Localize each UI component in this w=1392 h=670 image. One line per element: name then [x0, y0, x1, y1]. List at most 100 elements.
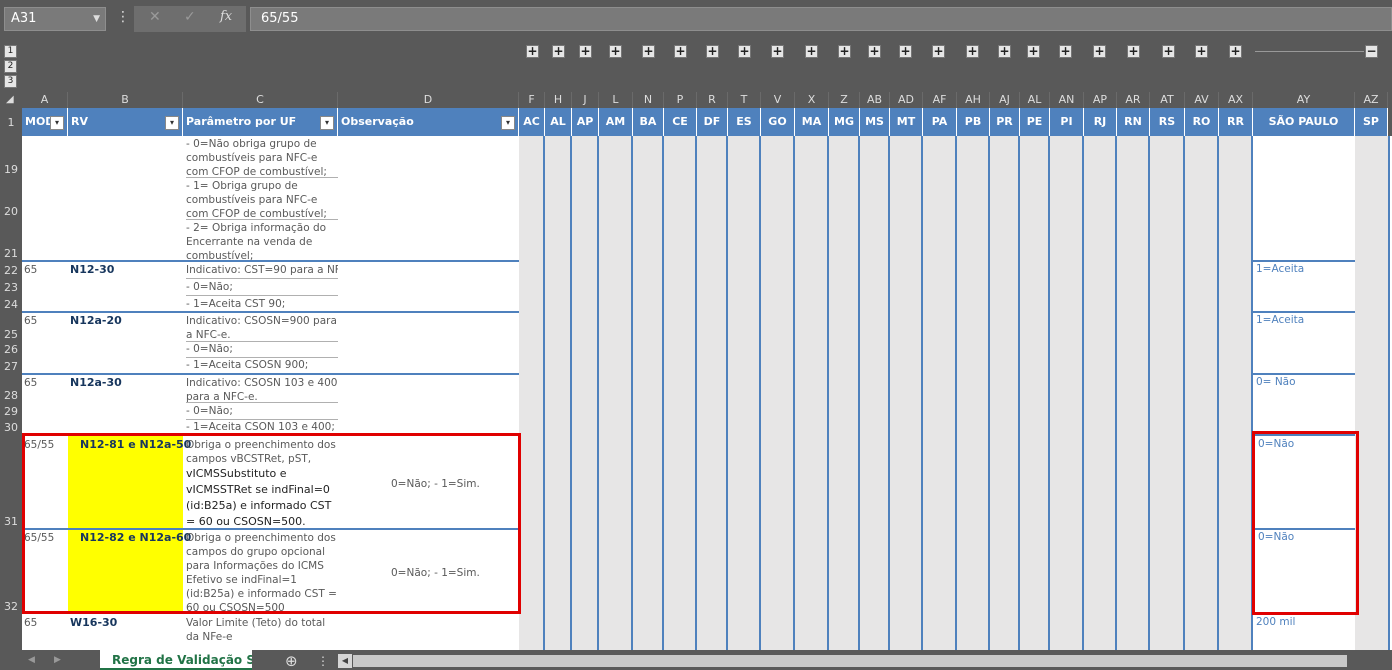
- expand-group-icon[interactable]: +: [552, 45, 565, 58]
- row-number[interactable]: 32: [0, 600, 22, 613]
- column-header[interactable]: D: [338, 92, 519, 108]
- cell-param[interactable]: - 1= Obriga grupo de combustíveis para N…: [186, 179, 336, 221]
- formula-input[interactable]: 65/55: [250, 7, 1392, 31]
- column-header[interactable]: AT: [1150, 92, 1185, 108]
- column-header[interactable]: AB: [860, 92, 890, 108]
- cancel-icon[interactable]: ✕: [149, 9, 161, 25]
- expand-group-icon[interactable]: +: [674, 45, 687, 58]
- horizontal-scrollbar[interactable]: [353, 655, 1347, 667]
- row-number[interactable]: 1: [0, 116, 22, 129]
- outline-level-1[interactable]: 1: [4, 45, 17, 58]
- expand-group-icon[interactable]: +: [998, 45, 1011, 58]
- cell-param[interactable]: Indicativo: CSOSN=900 para a NFC-e.: [186, 314, 338, 342]
- column-header[interactable]: N: [633, 92, 664, 108]
- column-header[interactable]: AD: [890, 92, 923, 108]
- expand-group-icon[interactable]: +: [838, 45, 851, 58]
- sheet-tab-active[interactable]: Regra de Validação SV: [100, 650, 252, 670]
- row-number[interactable]: 28: [0, 389, 22, 402]
- filter-dropdown-icon[interactable]: ▾: [501, 116, 515, 130]
- cell-sp-value[interactable]: 0= Não: [1256, 376, 1296, 388]
- filter-dropdown-icon[interactable]: ▾: [50, 116, 64, 130]
- insert-function-icon[interactable]: fx: [220, 9, 232, 24]
- next-sheet-icon[interactable]: ▶: [54, 655, 61, 665]
- column-header[interactable]: AZ: [1355, 92, 1388, 108]
- column-header[interactable]: P: [664, 92, 697, 108]
- row-number[interactable]: 19: [0, 163, 22, 176]
- column-header[interactable]: J: [572, 92, 599, 108]
- column-header[interactable]: C: [183, 92, 338, 108]
- expand-group-icon[interactable]: +: [738, 45, 751, 58]
- prev-sheet-icon[interactable]: ◀: [28, 655, 35, 665]
- column-header[interactable]: AN: [1050, 92, 1084, 108]
- name-box[interactable]: A31 ▼: [4, 7, 106, 31]
- cell-param[interactable]: - 1=Aceita CST 90;: [186, 297, 285, 311]
- cell-mod[interactable]: 65: [24, 314, 37, 328]
- cell-param[interactable]: - 1=Aceita CSON 103 e 400;: [186, 420, 335, 434]
- expand-group-icon[interactable]: +: [1162, 45, 1175, 58]
- column-header[interactable]: AR: [1117, 92, 1150, 108]
- column-header[interactable]: AL: [1020, 92, 1050, 108]
- column-header[interactable]: V: [761, 92, 795, 108]
- column-header[interactable]: R: [697, 92, 728, 108]
- expand-group-icon[interactable]: +: [579, 45, 592, 58]
- select-all-icon[interactable]: ◢: [6, 94, 14, 105]
- scroll-left-icon[interactable]: ◀: [338, 654, 352, 668]
- expand-group-icon[interactable]: +: [868, 45, 881, 58]
- expand-group-icon[interactable]: +: [1127, 45, 1140, 58]
- chevron-down-icon[interactable]: ▼: [93, 8, 100, 30]
- row-number[interactable]: 22: [0, 264, 22, 277]
- row-number[interactable]: 29: [0, 405, 22, 418]
- more-options-icon[interactable]: ⋮: [116, 9, 130, 25]
- cell-mod[interactable]: 65: [24, 376, 37, 390]
- expand-group-icon[interactable]: +: [771, 45, 784, 58]
- column-header[interactable]: F: [519, 92, 545, 108]
- column-header[interactable]: X: [795, 92, 829, 108]
- cell-param[interactable]: - 1=Aceita CSOSN 900;: [186, 358, 308, 372]
- expand-group-icon[interactable]: +: [526, 45, 539, 58]
- cell-sp-value[interactable]: 1=Aceita: [1256, 314, 1304, 326]
- column-header[interactable]: A: [22, 92, 68, 108]
- row-number[interactable]: 21: [0, 247, 22, 260]
- cell-param[interactable]: Indicativo: CSOSN 103 e 400 para a NFC-e…: [186, 376, 338, 404]
- cell-param[interactable]: - 0=Não;: [186, 280, 233, 294]
- expand-group-icon[interactable]: +: [932, 45, 945, 58]
- cell-rv[interactable]: N12a-20: [70, 314, 122, 327]
- row-number[interactable]: 23: [0, 281, 22, 294]
- cell-rv[interactable]: N12a-30: [70, 376, 122, 389]
- column-header[interactable]: AH: [957, 92, 990, 108]
- cell-param[interactable]: - 0=Não;: [186, 342, 233, 356]
- expand-group-icon[interactable]: +: [1093, 45, 1106, 58]
- cell-rv[interactable]: N12-30: [70, 263, 114, 276]
- column-header[interactable]: AP: [1084, 92, 1117, 108]
- filter-dropdown-icon[interactable]: ▾: [165, 116, 179, 130]
- cell-param[interactable]: Indicativo: CST=90 para a NFC-: [186, 263, 338, 277]
- cell-param[interactable]: - 0=Não;: [186, 404, 233, 418]
- expand-group-icon[interactable]: +: [1195, 45, 1208, 58]
- column-header[interactable]: B: [68, 92, 183, 108]
- cell-sp-value[interactable]: 200 mil: [1256, 616, 1295, 628]
- row-number[interactable]: 20: [0, 205, 22, 218]
- cell-mod[interactable]: 65: [24, 616, 37, 630]
- collapse-group-icon[interactable]: −: [1365, 45, 1378, 58]
- more-options-icon[interactable]: ⋮: [317, 654, 329, 668]
- outline-level-2[interactable]: 2: [4, 60, 17, 73]
- column-header[interactable]: H: [545, 92, 572, 108]
- expand-group-icon[interactable]: +: [805, 45, 818, 58]
- filter-dropdown-icon[interactable]: ▾: [320, 116, 334, 130]
- column-header[interactable]: AX: [1219, 92, 1253, 108]
- column-header[interactable]: AF: [923, 92, 957, 108]
- cell-param[interactable]: Valor Limite (Teto) do total da NFe-e: [186, 616, 338, 650]
- column-header[interactable]: Z: [829, 92, 860, 108]
- row-number[interactable]: 27: [0, 360, 22, 373]
- cell-param[interactable]: - 0=Não obriga grupo de combustíveis par…: [186, 137, 336, 179]
- row-number[interactable]: 30: [0, 421, 22, 434]
- expand-group-icon[interactable]: +: [899, 45, 912, 58]
- expand-group-icon[interactable]: +: [609, 45, 622, 58]
- cell-sp-value[interactable]: 1=Aceita: [1256, 263, 1304, 275]
- expand-group-icon[interactable]: +: [642, 45, 655, 58]
- row-number[interactable]: 24: [0, 298, 22, 311]
- add-sheet-icon[interactable]: ⊕: [285, 652, 298, 670]
- cell-rv[interactable]: W16-30: [70, 616, 117, 629]
- column-header[interactable]: AJ: [990, 92, 1020, 108]
- expand-group-icon[interactable]: +: [966, 45, 979, 58]
